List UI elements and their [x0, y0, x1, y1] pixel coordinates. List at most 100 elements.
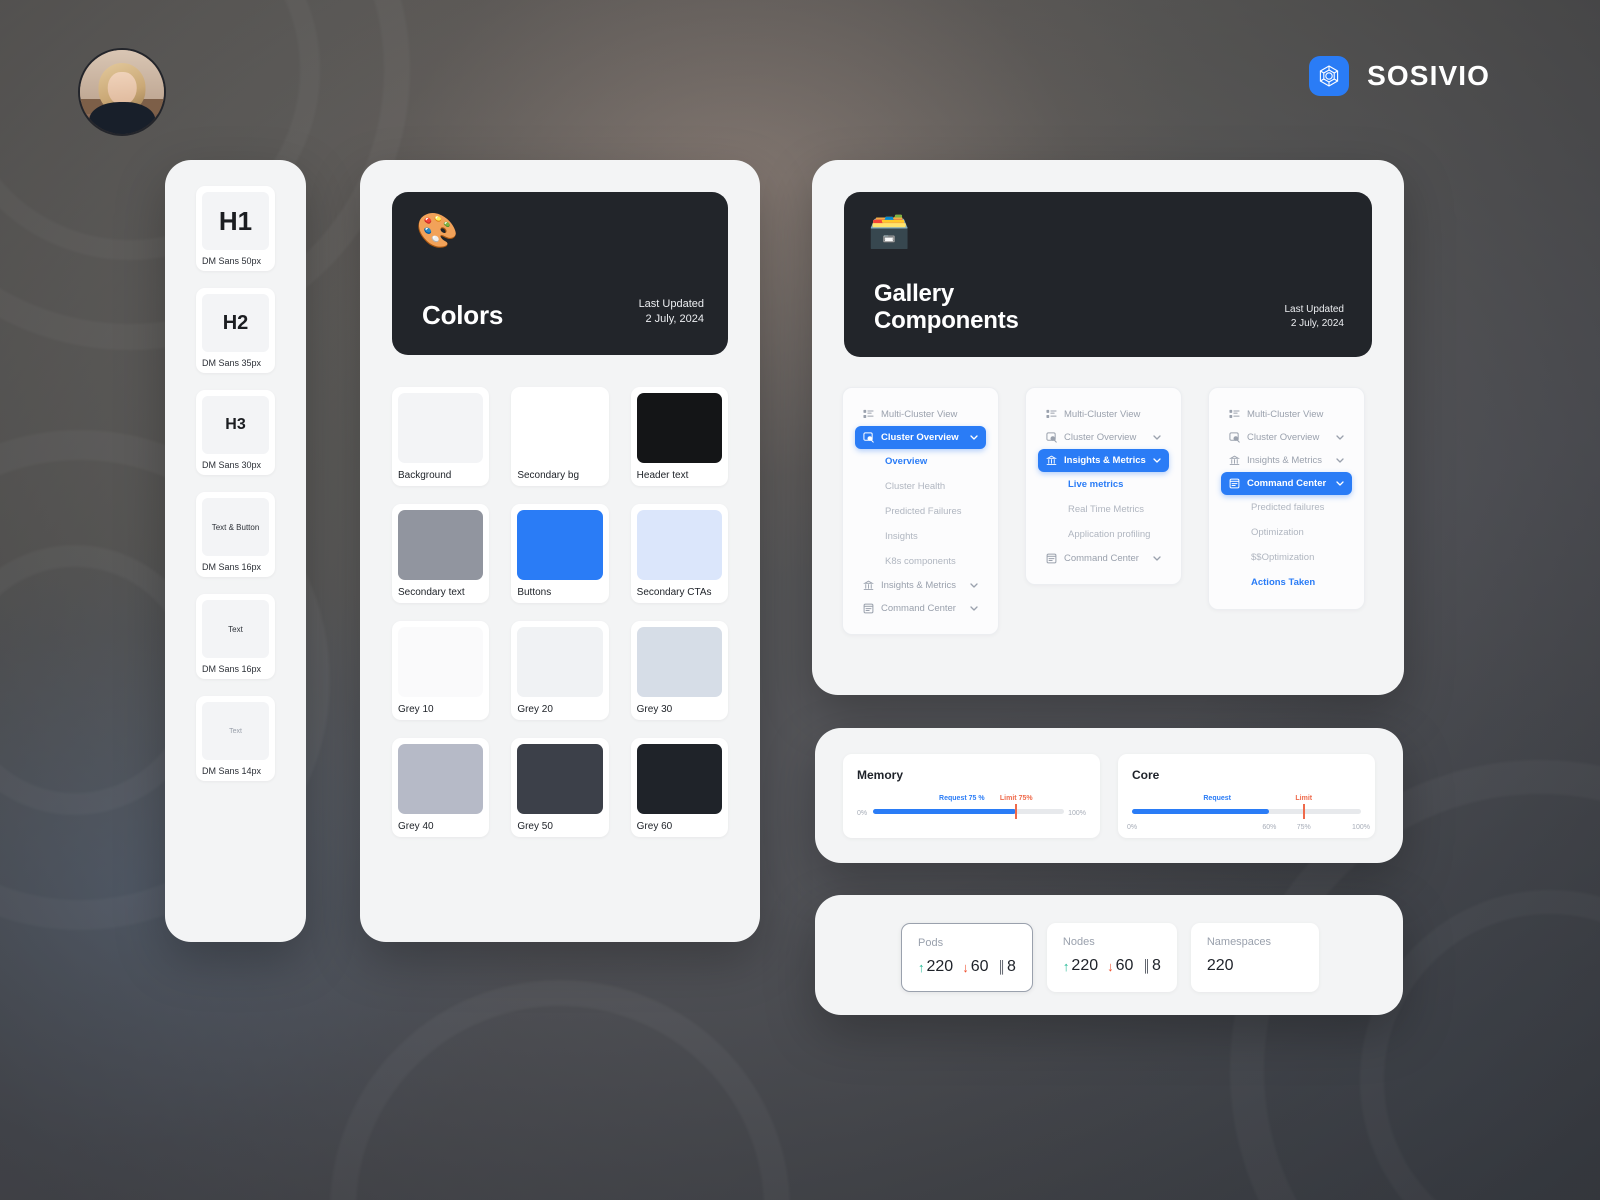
color-swatch[interactable]: Buttons	[511, 504, 609, 603]
chevron-down-icon	[970, 581, 978, 590]
nav-item-multi-cluster-view[interactable]: Multi-Cluster View	[1038, 403, 1169, 426]
stat-card[interactable]: Nodes ↑ 220 ↓ 60 ║ 8	[1046, 923, 1177, 992]
type-sample-box: Text	[202, 702, 269, 760]
type-scale-card: Text DM Sans 16px	[196, 594, 275, 679]
type-caption: DM Sans 30px	[202, 460, 262, 470]
color-label: Background	[398, 470, 452, 481]
color-label: Grey 50	[517, 821, 553, 832]
stat-down-value: 60	[970, 958, 989, 975]
type-sample-box: H2	[202, 294, 269, 352]
color-swatch[interactable]: Secondary text	[392, 504, 490, 603]
last-updated: Last Updated 2 July, 2024	[1285, 304, 1345, 329]
nav-subitem-real-time-metrics[interactable]: Real Time Metrics	[1038, 497, 1169, 522]
pause-icon: ║	[997, 960, 1006, 974]
stat-down-group: ↓ 60	[1107, 957, 1133, 975]
slider-tick: 75%	[1296, 824, 1311, 831]
nav-item-command-center[interactable]: Command Center	[1038, 547, 1169, 570]
slider-track-wrap[interactable]: Request Limit 0% 60% 75% 100%	[1127, 795, 1370, 831]
stat-card[interactable]: Pods ↑ 220 ↓ 60 ║ 8	[901, 923, 1033, 992]
slider-track-wrap[interactable]: 0% 100% Request 75 % Limit 75%	[857, 795, 1086, 826]
stat-up-value: 220	[926, 958, 954, 975]
type-caption: DM Sans 14px	[202, 766, 262, 776]
card-file-box-emoji: 🗃️	[868, 212, 911, 250]
nav-subitem-predicted-failures[interactable]: Predicted Failures	[855, 499, 986, 524]
stat-card[interactable]: Namespaces 220	[1190, 923, 1319, 992]
type-scale-card: H1 DM Sans 50px	[196, 186, 275, 271]
nav-subitem-overview[interactable]: Overview	[855, 449, 986, 474]
color-swatch[interactable]: Secondary CTAs	[630, 504, 728, 603]
nav-item-insights-metrics[interactable]: Insights & Metrics	[1038, 449, 1169, 472]
nav-item-multi-cluster-view[interactable]: Multi-Cluster View	[1221, 403, 1352, 426]
chevron-down-icon	[1153, 554, 1161, 563]
color-swatch[interactable]: Grey 40	[392, 738, 490, 837]
arrow-down-icon: ↓	[1107, 958, 1114, 974]
avatar-face	[107, 71, 137, 106]
nav-subitem-optimization[interactable]: Optimization	[1221, 520, 1352, 545]
chevron-down-icon	[1336, 479, 1344, 488]
color-swatch[interactable]: Grey 10	[392, 621, 490, 720]
nav-item-command-center[interactable]: Command Center	[855, 597, 986, 620]
type-scale-card: H3 DM Sans 30px	[196, 390, 275, 475]
color-swatch[interactable]: Header text	[630, 387, 728, 486]
nav-subitem-optimization[interactable]: $$Optimization	[1221, 545, 1352, 570]
list-view-icon	[1046, 409, 1057, 420]
color-swatch[interactable]: Secondary bg	[511, 387, 609, 486]
color-swatch[interactable]: Grey 50	[511, 738, 609, 837]
slider-track[interactable]: Request 75 % Limit 75%	[873, 795, 1064, 819]
nav-subitem-live-metrics[interactable]: Live metrics	[1038, 472, 1169, 497]
slider-tick: 100%	[1352, 824, 1370, 831]
nav-item-insights-metrics[interactable]: Insights & Metrics	[855, 574, 986, 597]
resource-slider-card: Memory 0% 100% Request 75 % Limit 75%	[843, 754, 1100, 838]
cluster-search-icon	[863, 432, 874, 443]
nav-card: Multi-Cluster View Cluster Overview Overvi…	[842, 387, 999, 635]
nav-item-insights-metrics[interactable]: Insights & Metrics	[1221, 449, 1352, 472]
color-swatch[interactable]: Grey 20	[511, 621, 609, 720]
stat-paused-value: 8	[1151, 957, 1161, 974]
nav-item-label: Multi-Cluster View	[1247, 409, 1324, 420]
command-center-icon	[863, 603, 874, 614]
nav-item-command-center[interactable]: Command Center	[1221, 472, 1352, 495]
nav-subitem-insights[interactable]: Insights	[855, 524, 986, 549]
nav-card: Multi-Cluster View Cluster Overview Insigh…	[1208, 387, 1365, 610]
nav-subitem-application-profiling[interactable]: Application profiling	[1038, 522, 1169, 547]
slider-track[interactable]: Request Limit 0% 60% 75% 100%	[1127, 795, 1370, 831]
slider-request-fill	[873, 809, 1017, 814]
stat-label: Nodes	[1062, 936, 1095, 948]
color-swatch-grid: Background Secondary bg Header text Seconda…	[392, 387, 728, 837]
nav-item-cluster-overview[interactable]: Cluster Overview	[1221, 426, 1352, 449]
type-scale-card: H2 DM Sans 35px	[196, 288, 275, 373]
nav-card: Multi-Cluster View Cluster Overview Insigh…	[1025, 387, 1182, 585]
color-chip	[636, 744, 722, 814]
page-title: Colors	[422, 300, 504, 330]
nav-item-multi-cluster-view[interactable]: Multi-Cluster View	[855, 403, 986, 426]
stats-row: Pods ↑ 220 ↓ 60 ║ 8 Nodes ↑ 220 ↓ 60 ║ 8 Namespaces 220	[815, 895, 1403, 992]
color-swatch[interactable]: Grey 60	[630, 738, 728, 837]
color-swatch[interactable]: Background	[392, 387, 490, 486]
slider-tick: 60%	[1262, 824, 1277, 831]
cluster-stats-panel: Pods ↑ 220 ↓ 60 ║ 8 Nodes ↑ 220 ↓ 60 ║ 8 Namespaces 220	[815, 895, 1403, 1015]
nav-item-cluster-overview[interactable]: Cluster Overview	[1038, 426, 1169, 449]
artist-palette-emoji: 🎨	[416, 212, 459, 250]
nav-item-label: Cluster Overview	[1064, 432, 1137, 443]
slider-limit-label: Limit	[1295, 795, 1313, 802]
insights-chart-icon	[1046, 455, 1057, 466]
color-label: Buttons	[517, 587, 552, 598]
nav-item-cluster-overview[interactable]: Cluster Overview	[855, 426, 986, 449]
nav-subitem-cluster-health[interactable]: Cluster Health	[855, 474, 986, 499]
slider-value-labels: Request Limit	[1132, 795, 1361, 807]
nav-subitem-actions-taken[interactable]: Actions Taken	[1221, 570, 1352, 595]
stat-up-value: 220	[1071, 957, 1099, 974]
color-chip	[398, 744, 484, 814]
avatar[interactable]	[78, 48, 166, 136]
nav-subitem-predicted-failures[interactable]: Predicted failures	[1221, 495, 1352, 520]
stat-down-value: 60	[1115, 957, 1134, 974]
stat-up-group: ↑ 220	[1063, 957, 1098, 975]
color-swatch[interactable]: Grey 30	[630, 621, 728, 720]
sosivio-polyhedron-icon	[1309, 56, 1350, 96]
stat-values: ↑ 220 ↓ 60 ║ 8	[918, 958, 1016, 976]
color-chip	[517, 627, 603, 697]
type-scale-card: Text DM Sans 14px	[196, 696, 275, 781]
nav-subitem-k8s-components[interactable]: K8s components	[855, 549, 986, 574]
stat-up-group: ↑ 220	[918, 958, 953, 976]
color-label: Header text	[636, 470, 689, 481]
